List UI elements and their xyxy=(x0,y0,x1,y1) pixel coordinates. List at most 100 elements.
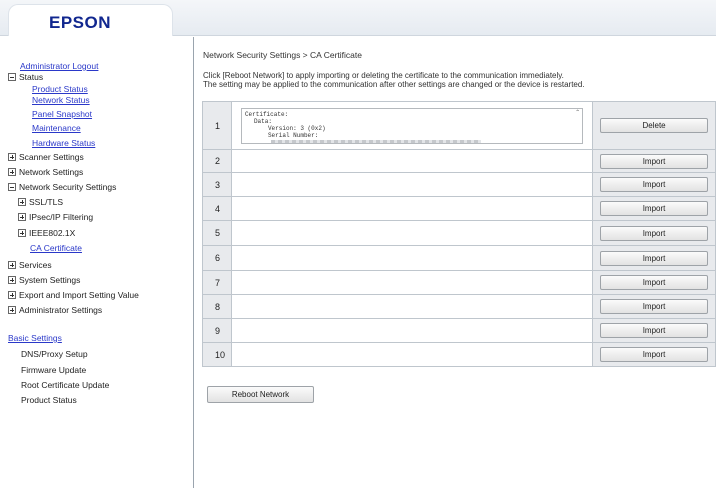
collapse-icon[interactable] xyxy=(8,183,16,191)
table-row: 5 Import xyxy=(202,220,716,246)
delete-button[interactable]: Delete xyxy=(600,118,709,133)
sidebar-item-basic-settings[interactable]: Basic Settings xyxy=(8,333,62,343)
sidebar-item-ca-certificate[interactable]: CA Certificate xyxy=(30,243,82,253)
certificate-cell xyxy=(230,220,594,246)
sidebar-label: IEEE802.1X xyxy=(29,228,76,238)
main-content: Network Security Settings > CA Certifica… xyxy=(200,37,716,488)
row-number: 10 xyxy=(202,342,232,367)
expand-icon[interactable] xyxy=(18,198,26,206)
row-number: 9 xyxy=(202,318,232,343)
cert-line: Data: xyxy=(253,117,272,125)
table-row: 3 Import xyxy=(202,172,716,197)
sidebar-item-panel-snapshot[interactable]: Panel Snapshot xyxy=(32,109,92,119)
cert-line: Serial Number: xyxy=(245,132,579,139)
sidebar-item-network-settings[interactable]: Network Settings xyxy=(8,166,83,178)
redacted-serial xyxy=(270,139,481,143)
import-button[interactable]: Import xyxy=(600,250,709,266)
row-number: 8 xyxy=(202,294,232,319)
sidebar-item-system-settings[interactable]: System Settings xyxy=(8,274,80,286)
action-cell: Import xyxy=(592,196,716,221)
sidebar-label: Network Settings xyxy=(19,167,84,177)
sidebar-item-root-certificate-update[interactable]: Root Certificate Update xyxy=(21,379,109,391)
import-button[interactable]: Import xyxy=(600,153,709,169)
import-button[interactable]: Import xyxy=(600,323,709,338)
expand-icon[interactable] xyxy=(8,291,16,299)
row-number: 2 xyxy=(202,149,232,173)
logo-tab: EPSON xyxy=(8,4,173,36)
expand-icon[interactable] xyxy=(8,168,16,176)
certificate-cell xyxy=(230,172,594,197)
scroll-up-icon[interactable]: ⌃ xyxy=(575,110,580,117)
import-button[interactable]: Import xyxy=(600,275,709,290)
row-number: 5 xyxy=(202,220,232,246)
certificate-text-box[interactable]: Certificate: Data: Version: 3 (0x2) Seri… xyxy=(240,107,584,144)
certificate-cell xyxy=(230,318,594,343)
sidebar-item-product-status[interactable]: Product Status xyxy=(32,84,88,94)
sidebar-item-scanner-settings[interactable]: Scanner Settings xyxy=(8,151,84,163)
import-button[interactable]: Import xyxy=(600,299,709,314)
certificate-cell xyxy=(230,294,594,319)
certificate-cell xyxy=(230,196,594,221)
row-number: 6 xyxy=(202,245,232,271)
sidebar-item-dns-proxy[interactable]: DNS/Proxy Setup xyxy=(21,348,88,360)
table-row: 10 Import xyxy=(202,342,716,367)
breadcrumb: Network Security Settings > CA Certifica… xyxy=(203,50,362,60)
expand-icon[interactable] xyxy=(8,276,16,284)
certificate-cell xyxy=(230,149,594,173)
expand-icon[interactable] xyxy=(18,229,26,237)
sidebar-label: IPsec/IP Filtering xyxy=(29,212,94,222)
table-row: 6 Import xyxy=(202,245,716,271)
action-cell: Import xyxy=(592,270,716,295)
epson-logo: EPSON xyxy=(49,13,112,32)
sidebar-item-services[interactable]: Services xyxy=(8,259,52,271)
sidebar-item-hardware-status[interactable]: Hardware Status xyxy=(32,138,95,148)
collapse-icon[interactable] xyxy=(8,73,16,81)
cert-serial-label: Serial Number: xyxy=(267,131,319,139)
sidebar-item-product-status-basic[interactable]: Product Status xyxy=(21,394,77,406)
sidebar-label: Scanner Settings xyxy=(19,152,84,162)
action-cell: Import xyxy=(592,245,716,271)
import-button[interactable]: Import xyxy=(600,347,709,362)
expand-icon[interactable] xyxy=(8,153,16,161)
row-number: 4 xyxy=(202,196,232,221)
sidebar-item-administrator-settings[interactable]: Administrator Settings xyxy=(8,304,102,316)
expand-icon[interactable] xyxy=(8,261,16,269)
sidebar-label: Services xyxy=(19,260,52,270)
sidebar-label: SSL/TLS xyxy=(29,197,64,207)
sidebar-item-network-security-settings[interactable]: Network Security Settings xyxy=(8,181,116,193)
expand-icon[interactable] xyxy=(8,306,16,314)
description-line-2: The setting may be applied to the commun… xyxy=(203,80,585,89)
sidebar-item-ssl-tls[interactable]: SSL/TLS xyxy=(18,196,63,208)
certificate-table: 1 Certificate: Data: Version: 3 (0x2) Se… xyxy=(202,101,716,367)
expand-icon[interactable] xyxy=(18,213,26,221)
cert-line: Version: 3 (0x2) xyxy=(267,124,326,132)
table-row: 4 Import xyxy=(202,196,716,221)
table-row: 2 Import xyxy=(202,149,716,173)
sidebar-label: Export and Import Setting Value xyxy=(19,290,139,300)
sidebar-item-ieee8021x[interactable]: IEEE802.1X xyxy=(18,227,75,239)
table-row: 8 Import xyxy=(202,294,716,319)
cert-serial-redacted xyxy=(245,139,579,143)
import-button[interactable]: Import xyxy=(600,201,709,216)
import-button[interactable]: Import xyxy=(600,177,709,192)
certificate-cell xyxy=(230,270,594,295)
certificate-cell: Certificate: Data: Version: 3 (0x2) Seri… xyxy=(230,101,594,150)
reboot-network-button[interactable]: Reboot Network xyxy=(207,386,314,403)
sidebar-item-maintenance[interactable]: Maintenance xyxy=(32,123,81,133)
import-button[interactable]: Import xyxy=(600,225,709,241)
row-number: 7 xyxy=(202,270,232,295)
sidebar-item-firmware-update[interactable]: Firmware Update xyxy=(21,364,86,376)
row-number: 3 xyxy=(202,172,232,197)
action-cell: Import xyxy=(592,220,716,246)
description-line-1: Click [Reboot Network] to apply importin… xyxy=(203,71,564,80)
sidebar-item-export-import[interactable]: Export and Import Setting Value xyxy=(8,289,139,301)
sidebar-item-network-status[interactable]: Network Status xyxy=(32,95,90,105)
table-row: 1 Certificate: Data: Version: 3 (0x2) Se… xyxy=(202,101,716,150)
admin-logout-link[interactable]: Administrator Logout xyxy=(20,61,98,71)
header-bar: EPSON xyxy=(0,0,716,36)
sidebar-item-status[interactable]: Status xyxy=(8,71,43,83)
sidebar-label: System Settings xyxy=(19,275,81,285)
sidebar-item-ipsec[interactable]: IPsec/IP Filtering xyxy=(18,211,93,223)
sidebar-label: Administrator Settings xyxy=(19,305,103,315)
row-number: 1 xyxy=(202,101,232,150)
